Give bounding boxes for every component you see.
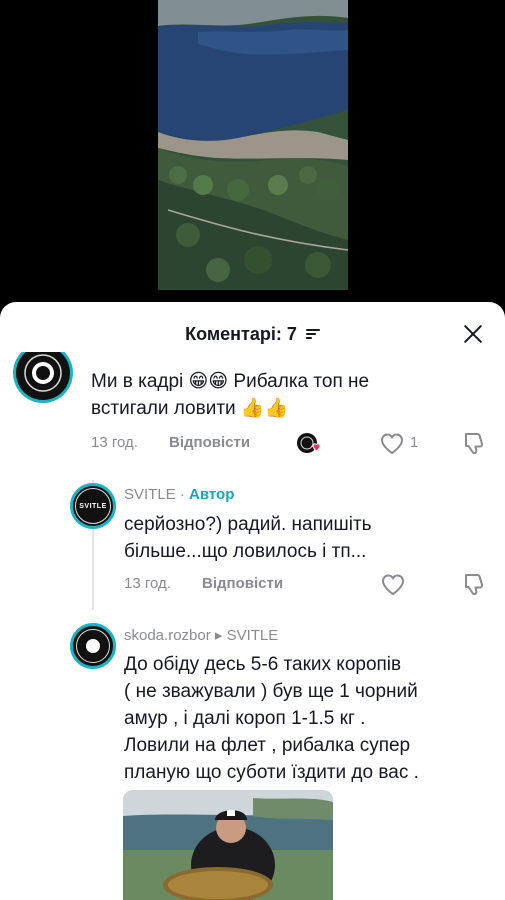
heart-icon[interactable] [380,433,404,455]
sort-icon[interactable] [305,328,320,340]
comment-line: ( не зважували ) був ще 1 чорний [124,681,418,702]
video-thumbnail [158,0,348,290]
username[interactable]: skoda.rozbor [124,627,211,644]
like-count: 1 [410,434,419,451]
avatar-logo [86,639,100,653]
video-frame[interactable] [158,0,348,290]
dislike-icon[interactable] [462,431,486,455]
comment-text: серйозно?) радий. напишіть більше...що л… [124,511,372,565]
heart-icon[interactable] [381,574,405,596]
dislike-icon[interactable] [462,572,486,596]
comment-author: SVITLE · Автор [124,486,234,503]
sheet-title-row: Коментарі: 7 [0,324,505,345]
comment-text: Ми в кадрі 😁😁 Рибалка топ не встигали ло… [91,368,369,422]
reply-button[interactable]: Відповісти [169,434,250,451]
comment-line: Ловили на флет , рибалка супер [124,735,411,756]
comment-time: 13 год. [91,434,138,451]
close-icon[interactable] [463,324,483,344]
comment-time: 13 год. [124,575,171,592]
sheet-title: Коментарі: 7 [185,324,297,344]
avatar-logo-text: SVITLE [79,502,107,510]
video-area[interactable] [0,0,505,310]
username[interactable]: SVITLE [124,486,176,503]
comment-photo[interactable] [123,790,333,900]
reply-to-username[interactable]: SVITLE [227,627,279,644]
comment-author: skoda.rozbor ▸ SVITLE [124,626,278,644]
separator: · [175,486,190,503]
comment-line: амур , і далі короп 1-1.5 кг . [124,708,366,729]
author-badge: Автор [189,486,235,503]
comment-line: Ми в кадрі 😁😁 Рибалка топ не [91,371,370,392]
comment-line: серйозно?) радий. напишіть [124,514,372,535]
comment-line: більше...що ловилось і тп... [124,541,367,562]
creator-liked-badge [296,432,321,454]
reply-arrow-icon: ▸ [210,627,227,644]
reply-button[interactable]: Відповісти [202,575,283,592]
comment-line: встигали ловити 👍👍 [91,398,289,419]
comment-line: планую що суботи їздити до вас . [124,762,419,783]
avatar[interactable] [70,623,116,669]
sheet-header: Коментарі: 7 [0,302,505,366]
comment-line: До обіду десь 5-6 таких коропів [124,654,402,675]
avatar[interactable]: SVITLE [70,483,116,529]
comment-text: До обіду десь 5-6 таких коропів ( не зва… [124,651,419,786]
